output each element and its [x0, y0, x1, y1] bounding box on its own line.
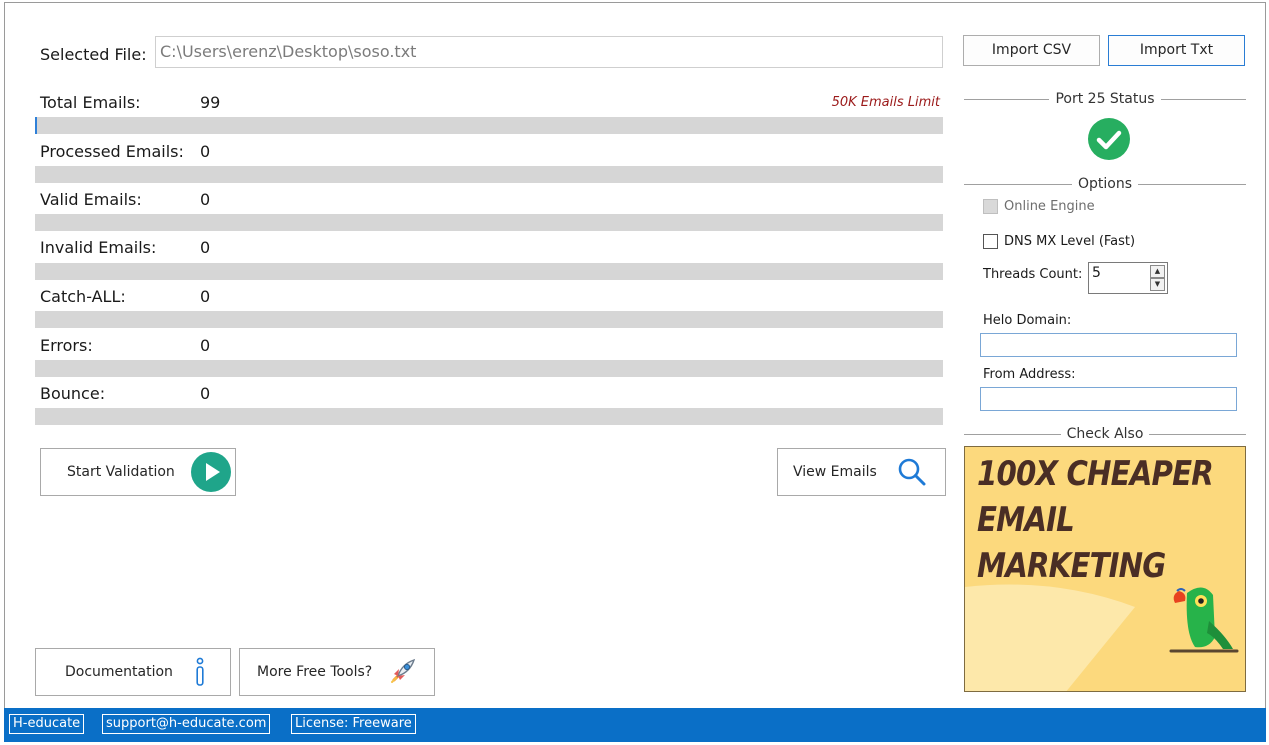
- selected-file-field[interactable]: C:\Users\erenz\Desktop\soso.txt: [155, 36, 943, 68]
- port-status-separator: Port 25 Status: [964, 91, 1246, 107]
- ad-headline: 100X CHEAPER EMAIL MARKETING: [977, 451, 1245, 589]
- emails-limit-note: 50K Emails Limit: [831, 95, 940, 110]
- check-circle-icon: [1088, 118, 1130, 160]
- bounce-value: 0: [200, 384, 211, 403]
- processed-emails-bar: [35, 166, 943, 183]
- invalid-emails-value: 0: [200, 238, 211, 257]
- threads-count-value: 5: [1092, 265, 1101, 281]
- valid-emails-value: 0: [200, 190, 211, 209]
- ad-line: EMAIL: [977, 500, 1075, 540]
- more-free-tools-label: More Free Tools?: [257, 664, 373, 680]
- valid-emails-label: Valid Emails:: [40, 190, 142, 209]
- port-status-title: Port 25 Status: [1055, 91, 1155, 107]
- spin-up-icon[interactable]: ▲: [1150, 265, 1165, 278]
- import-csv-button[interactable]: Import CSV: [963, 35, 1100, 66]
- play-icon: [190, 452, 231, 492]
- rocket-icon: [391, 658, 416, 683]
- dns-mx-option[interactable]: DNS MX Level (Fast): [983, 234, 1135, 249]
- documentation-button[interactable]: Documentation: [35, 648, 231, 696]
- check-also-title: Check Also: [1066, 426, 1144, 442]
- view-emails-label: View Emails: [793, 464, 877, 480]
- status-email[interactable]: support@h-educate.com: [102, 714, 271, 734]
- catch-all-bar: [35, 311, 943, 328]
- import-txt-button[interactable]: Import Txt: [1108, 35, 1245, 66]
- catch-all-value: 0: [200, 287, 211, 306]
- status-bar: H-educate support@h-educate.com License:…: [4, 708, 1266, 742]
- catch-all-label: Catch-ALL:: [40, 287, 126, 306]
- total-emails-label: Total Emails:: [40, 93, 141, 112]
- options-separator: Options: [964, 176, 1246, 192]
- bounce-label: Bounce:: [40, 384, 106, 403]
- online-engine-option[interactable]: Online Engine: [983, 199, 1095, 214]
- ad-line: 100X CHEAPER: [977, 454, 1214, 494]
- progress-fill: [35, 117, 37, 134]
- from-address-label: From Address:: [983, 367, 1076, 382]
- helo-domain-label: Helo Domain:: [983, 313, 1072, 328]
- helo-domain-input[interactable]: [980, 333, 1237, 357]
- processed-emails-value: 0: [200, 142, 211, 161]
- errors-value: 0: [200, 336, 211, 355]
- dns-mx-checkbox[interactable]: [983, 234, 998, 249]
- search-icon: [898, 458, 926, 486]
- threads-count-stepper[interactable]: 5 ▲ ▼: [1088, 262, 1168, 294]
- dns-mx-label: DNS MX Level (Fast): [1004, 234, 1136, 249]
- selected-file-label: Selected File:: [40, 45, 147, 64]
- options-title: Options: [1077, 176, 1133, 192]
- total-emails-bar: [35, 117, 943, 134]
- parrot-icon: [1169, 587, 1239, 653]
- online-engine-checkbox[interactable]: [983, 199, 998, 214]
- check-also-separator: Check Also: [964, 426, 1246, 442]
- invalid-emails-label: Invalid Emails:: [40, 238, 157, 257]
- email-marketing-ad[interactable]: 100X CHEAPER EMAIL MARKETING: [964, 446, 1246, 692]
- spin-down-icon[interactable]: ▼: [1150, 278, 1165, 291]
- status-license: License: Freeware: [291, 714, 416, 734]
- more-free-tools-button[interactable]: More Free Tools?: [239, 648, 435, 696]
- start-validation-label: Start Validation: [67, 464, 175, 480]
- processed-emails-label: Processed Emails:: [40, 142, 184, 161]
- valid-emails-bar: [35, 214, 943, 231]
- invalid-emails-bar: [35, 263, 943, 280]
- from-address-input[interactable]: [980, 387, 1237, 411]
- documentation-label: Documentation: [65, 664, 173, 680]
- status-brand[interactable]: H-educate: [9, 714, 85, 734]
- errors-label: Errors:: [40, 336, 93, 355]
- view-emails-button[interactable]: View Emails: [777, 448, 946, 496]
- online-engine-label: Online Engine: [1004, 199, 1095, 214]
- info-icon: [196, 657, 204, 686]
- bounce-bar: [35, 408, 943, 425]
- start-validation-button[interactable]: Start Validation: [40, 448, 236, 496]
- total-emails-value: 99: [200, 93, 221, 112]
- threads-count-label: Threads Count:: [983, 267, 1083, 282]
- errors-bar: [35, 360, 943, 377]
